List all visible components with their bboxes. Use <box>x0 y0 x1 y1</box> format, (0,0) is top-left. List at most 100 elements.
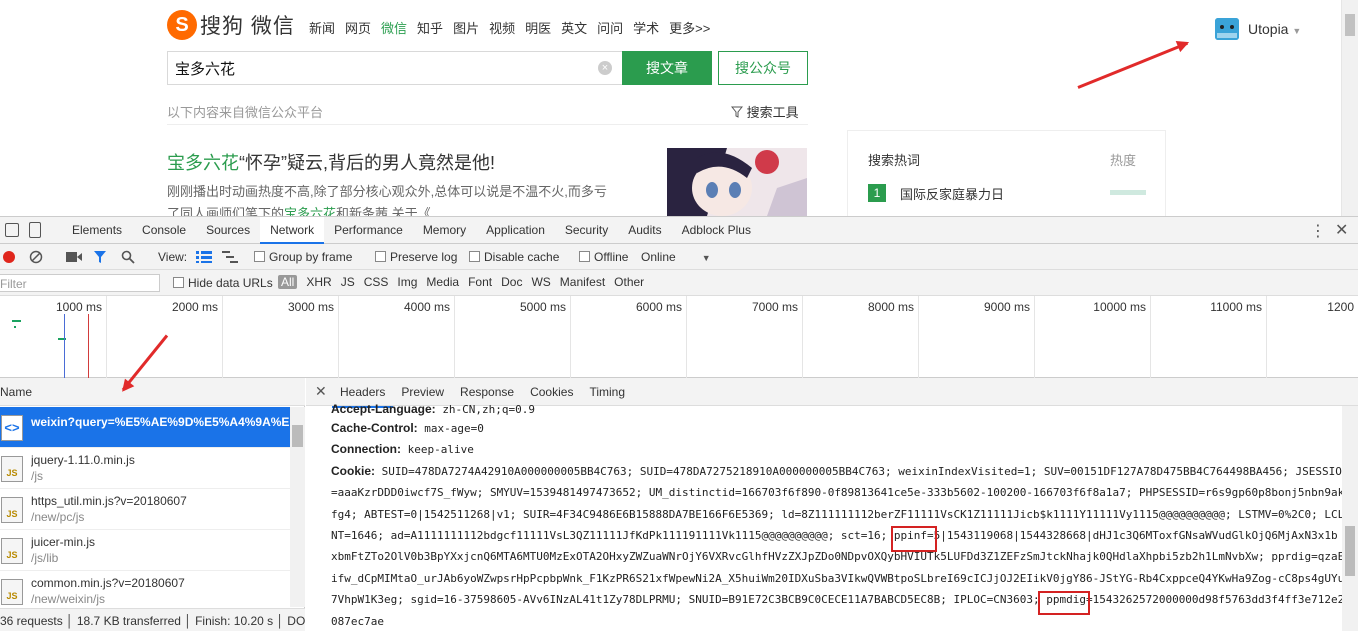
tab-adblock-plus[interactable]: Adblock Plus <box>672 217 761 244</box>
nav-link[interactable]: 网页 <box>345 18 371 37</box>
sogou-logo-icon[interactable]: S <box>167 10 197 40</box>
request-row[interactable]: JS common.min.js?v=20180607/new/weixin/js <box>0 571 290 612</box>
type-filter-all[interactable]: All <box>278 275 298 289</box>
chevron-down-icon: ▼ <box>701 253 711 263</box>
filter-icon[interactable] <box>93 250 107 264</box>
request-row[interactable]: JS juicer-min.js/js/lib <box>0 530 290 571</box>
preserve-log-checkbox[interactable]: Preserve log <box>375 250 457 264</box>
tab-sources[interactable]: Sources <box>196 217 260 244</box>
close-devtools-icon[interactable]: ✕ <box>1335 220 1348 240</box>
scrollbar-thumb[interactable] <box>1345 526 1355 576</box>
result-desc-line2: 了同人画师们笔下的宝多六花和新条茜,关于《 <box>167 203 647 216</box>
request-row[interactable]: JS jquery-1.11.0.min.js/js <box>0 448 290 489</box>
large-rows-icon[interactable] <box>196 251 212 263</box>
scrollbar-thumb[interactable] <box>292 425 303 447</box>
timeline-gridline <box>570 296 571 378</box>
type-filter-ws[interactable]: WS <box>531 275 550 289</box>
header-value: keep-alive <box>407 443 474 457</box>
document-icon: <> <box>1 415 23 441</box>
type-filter-img[interactable]: Img <box>397 275 417 289</box>
result-thumbnail[interactable] <box>667 148 807 216</box>
waterfall-icon[interactable] <box>222 251 238 263</box>
user-menu[interactable]: Utopia ▼ <box>1248 21 1301 37</box>
detail-scrollbar[interactable] <box>1342 406 1358 631</box>
tab-security[interactable]: Security <box>555 217 618 244</box>
timeline-tick-label: 1200 <box>1327 300 1354 314</box>
record-icon[interactable] <box>3 251 15 263</box>
desc-text: 和新条茜,关于《 <box>336 206 431 216</box>
type-filter-media[interactable]: Media <box>426 275 459 289</box>
user-avatar[interactable] <box>1215 18 1239 40</box>
request-headers: Accept-Language: zh-CN,zh;q=0.9 Cache-Co… <box>331 404 1358 631</box>
hide-data-urls-checkbox[interactable]: Hide data URLs <box>173 276 273 290</box>
throttling-value: Online <box>641 250 676 264</box>
type-filter-manifest[interactable]: Manifest <box>560 275 605 289</box>
search-input[interactable]: 宝多六花 × <box>167 51 622 85</box>
tab-audits[interactable]: Audits <box>618 217 671 244</box>
timeline-gridline <box>106 296 107 378</box>
disable-cache-checkbox[interactable]: Disable cache <box>469 250 559 264</box>
request-row[interactable]: JS https_util.min.js?v=20180607/new/pc/js <box>0 489 290 530</box>
type-filter-css[interactable]: CSS <box>364 275 389 289</box>
throttling-select[interactable]: Online ▼ <box>641 250 711 264</box>
hot-item-link[interactable]: 国际反家庭暴力日 <box>900 184 1004 203</box>
search-icon[interactable] <box>121 250 135 264</box>
nav-link[interactable]: 更多>> <box>669 18 710 37</box>
network-toolbar: View: Group by frame Preserve log Disabl… <box>0 244 1358 270</box>
close-detail-icon[interactable]: ✕ <box>315 383 327 400</box>
search-input-value[interactable]: 宝多六花 <box>175 58 235 79</box>
page-scrollbar[interactable] <box>1341 0 1358 216</box>
divider <box>167 124 808 125</box>
timeline-gridline <box>222 296 223 378</box>
network-overview-timeline[interactable]: 1000 ms 2000 ms 3000 ms 4000 ms 5000 ms 6000 … <box>0 296 1358 378</box>
clear-log-icon[interactable] <box>29 250 43 264</box>
tab-performance[interactable]: Performance <box>324 217 413 244</box>
load-line <box>88 314 89 378</box>
offline-checkbox[interactable]: Offline <box>579 250 628 264</box>
sogou-weixin-logo-text[interactable]: 搜狗 微信 <box>200 10 295 40</box>
scrollbar-thumb[interactable] <box>1345 14 1355 36</box>
device-toolbar-icon[interactable] <box>29 222 41 238</box>
group-by-frame-checkbox[interactable]: Group by frame <box>254 250 352 264</box>
nav-link[interactable]: 微信 <box>381 18 407 37</box>
inspect-element-icon[interactable] <box>5 223 19 237</box>
clear-icon[interactable]: × <box>598 61 612 75</box>
tab-console[interactable]: Console <box>132 217 196 244</box>
result-title-link[interactable]: 宝多六花“怀孕”疑云,背后的男人竟然是他! <box>167 149 495 175</box>
timeline-tick-label: 3000 ms <box>287 300 334 314</box>
nav-link[interactable]: 问问 <box>597 18 623 37</box>
search-articles-button[interactable]: 搜文章 <box>622 51 712 85</box>
filter-input[interactable]: Filter <box>0 274 160 292</box>
search-tools-button[interactable]: 搜索工具 <box>730 102 799 121</box>
devtools-panel: Elements Console Sources Network Performance… <box>0 216 1358 631</box>
timeline-tick-label: 5000 ms <box>519 300 566 314</box>
nav-link[interactable]: 新闻 <box>309 18 335 37</box>
name-column-header[interactable]: Name <box>0 378 305 406</box>
type-filter-doc[interactable]: Doc <box>501 275 522 289</box>
domcontentloaded-line <box>64 314 65 378</box>
tab-network[interactable]: Network <box>260 217 325 244</box>
nav-link[interactable]: 图片 <box>453 18 479 37</box>
nav-link[interactable]: 视频 <box>489 18 515 37</box>
nav-link[interactable]: 学术 <box>633 18 659 37</box>
type-filter-font[interactable]: Font <box>468 275 492 289</box>
hot-searches-panel <box>847 130 1166 216</box>
timeline-gridline <box>338 296 339 378</box>
search-accounts-button[interactable]: 搜公众号 <box>718 51 808 85</box>
nav-link[interactable]: 知乎 <box>417 18 443 37</box>
type-filter-js[interactable]: JS <box>341 275 355 289</box>
nav-link[interactable]: 英文 <box>561 18 587 37</box>
request-row[interactable]: <> weixin?query=%E5%AE%9D%E5%A4%9A%E5%8 <box>0 407 290 448</box>
tab-application[interactable]: Application <box>476 217 555 244</box>
more-options-icon[interactable]: ⋮ <box>1310 221 1326 241</box>
timeline-tick-label: 4000 ms <box>403 300 450 314</box>
type-filter-other[interactable]: Other <box>614 275 644 289</box>
chevron-down-icon: ▼ <box>1292 26 1302 36</box>
cookie-value-line: NT=1646; ad=A1111111112bdgcf11111VsL3QZ1… <box>331 529 1338 543</box>
nav-link[interactable]: 明医 <box>525 18 551 37</box>
screenshots-icon[interactable] <box>66 251 82 263</box>
tab-elements[interactable]: Elements <box>62 217 132 244</box>
requests-scrollbar[interactable] <box>290 407 305 607</box>
tab-memory[interactable]: Memory <box>413 217 476 244</box>
type-filter-xhr[interactable]: XHR <box>306 275 331 289</box>
